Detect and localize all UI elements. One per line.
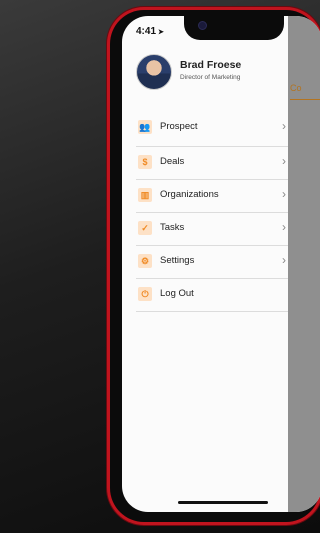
home-indicator[interactable] bbox=[178, 501, 268, 504]
gear-icon: ⚙ bbox=[138, 254, 152, 268]
location-icon: ➤ bbox=[158, 29, 164, 36]
side-menu: 👥 Prospect › $ Deals › ▥ Organizations ›… bbox=[136, 112, 288, 312]
app-screen: 4:41 ➤ Co Brad Froese Director of Marketi… bbox=[122, 16, 320, 512]
notch bbox=[184, 16, 284, 40]
chevron-right-icon: › bbox=[282, 119, 286, 133]
menu-item-prospect[interactable]: 👥 Prospect › bbox=[136, 112, 288, 147]
peek-underline bbox=[290, 99, 320, 100]
building-icon: ▥ bbox=[138, 188, 152, 202]
logout-icon: ⏻ bbox=[138, 287, 152, 301]
menu-item-tasks[interactable]: ✓ Tasks › bbox=[136, 213, 288, 246]
chevron-right-icon: › bbox=[282, 154, 286, 168]
content-overlay[interactable]: Co bbox=[288, 16, 320, 512]
menu-item-settings[interactable]: ⚙ Settings › bbox=[136, 246, 288, 279]
menu-item-label: Settings bbox=[160, 255, 195, 266]
chevron-right-icon: › bbox=[282, 187, 286, 201]
profile-role: Director of Marketing bbox=[180, 74, 241, 81]
check-icon: ✓ bbox=[138, 221, 152, 235]
status-time: 4:41 ➤ bbox=[136, 26, 164, 37]
camera-icon bbox=[198, 21, 207, 30]
menu-item-label: Prospect bbox=[160, 121, 198, 132]
menu-item-log-out[interactable]: ⏻ Log Out bbox=[136, 279, 288, 312]
menu-item-label: Organizations bbox=[160, 189, 219, 200]
people-icon: 👥 bbox=[138, 120, 152, 134]
dollar-icon: $ bbox=[138, 155, 152, 169]
chevron-right-icon: › bbox=[282, 253, 286, 267]
menu-item-deals[interactable]: $ Deals › bbox=[136, 147, 288, 180]
avatar bbox=[136, 54, 172, 90]
peek-text: Co bbox=[290, 83, 302, 93]
menu-item-label: Tasks bbox=[160, 222, 185, 233]
menu-item-label: Deals bbox=[160, 156, 185, 167]
profile-name: Brad Froese bbox=[180, 59, 242, 71]
menu-item-label: Log Out bbox=[160, 288, 194, 299]
menu-item-organizations[interactable]: ▥ Organizations › bbox=[136, 180, 288, 213]
chevron-right-icon: › bbox=[282, 220, 286, 234]
status-time-text: 4:41 bbox=[136, 26, 157, 37]
